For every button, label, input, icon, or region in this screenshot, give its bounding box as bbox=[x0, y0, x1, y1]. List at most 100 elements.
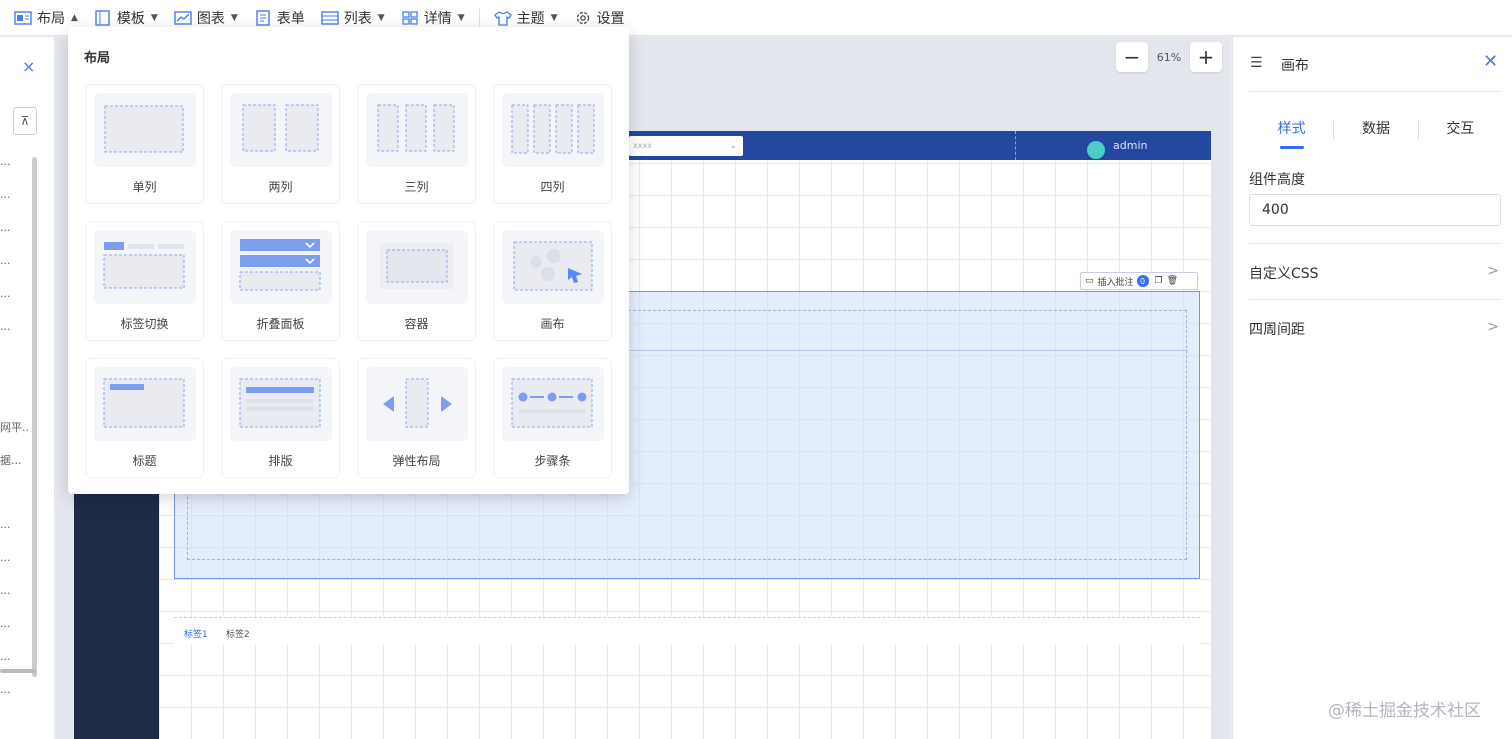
title-icon bbox=[94, 367, 196, 441]
layout-item-canvas[interactable]: 画布 bbox=[493, 221, 612, 341]
comment-count-badge: 0 bbox=[1136, 275, 1149, 287]
layout-item-steps[interactable]: 步骤条 bbox=[493, 358, 612, 478]
caret-down-icon: ▼ bbox=[377, 12, 385, 23]
settings-sliders-icon: ☰ bbox=[1250, 55, 1263, 71]
spacing-row[interactable]: 四周间距 > bbox=[1249, 319, 1501, 341]
layout-label: 画布 bbox=[540, 317, 565, 331]
layout-item-three-column[interactable]: 三列 bbox=[357, 84, 476, 204]
tab-data[interactable]: 数据 bbox=[1334, 111, 1417, 149]
zoom-control: − 61% + bbox=[1116, 42, 1222, 72]
left-list-item[interactable]: ... bbox=[0, 254, 30, 287]
layout-label: 三列 bbox=[404, 180, 429, 194]
left-list-item[interactable]: ... bbox=[0, 155, 30, 188]
layout-grid: 单列 两列 三列 四列 标签切换 折叠面板 容器 画布 标题 排版 弹性布局 步… bbox=[85, 84, 612, 478]
layout-item-single-column[interactable]: 单列 bbox=[85, 84, 204, 204]
insert-comment-button[interactable]: 插入批注 bbox=[1098, 275, 1134, 288]
properties-panel: ☰ 画布 ✕ 样式 数据 交互 组件高度 自定义CSS > 四周间距 > bbox=[1232, 37, 1512, 739]
form-icon bbox=[254, 9, 272, 26]
dropdown-title: 布局 bbox=[84, 51, 111, 66]
zoom-out-button[interactable]: − bbox=[1116, 42, 1148, 72]
layout-label: 容器 bbox=[404, 317, 429, 331]
height-input[interactable] bbox=[1249, 194, 1501, 226]
layout-item-tab-switch[interactable]: 标签切换 bbox=[85, 221, 204, 341]
tab-1[interactable]: 标签1 bbox=[184, 627, 208, 640]
layout-item-collapse-panel[interactable]: 折叠面板 bbox=[221, 221, 340, 341]
toolbar-label: 模板 bbox=[116, 10, 145, 27]
copy-icon[interactable]: ❐ bbox=[1155, 276, 1163, 286]
left-list-item[interactable]: 网平... bbox=[0, 419, 30, 452]
list-icon bbox=[321, 10, 339, 26]
chart-icon bbox=[174, 10, 192, 26]
layout-label: 标题 bbox=[132, 454, 157, 468]
vertical-scrollbar[interactable] bbox=[32, 157, 37, 677]
layout-item-two-column[interactable]: 两列 bbox=[221, 84, 340, 204]
collapse-panel-icon bbox=[230, 230, 332, 304]
divider bbox=[1249, 243, 1501, 244]
left-list: .................. 网平... 据................… bbox=[0, 155, 30, 716]
comment-icon[interactable]: ▭ bbox=[1085, 276, 1094, 286]
layout-item-container[interactable]: 容器 bbox=[357, 221, 476, 341]
steps-icon bbox=[502, 367, 604, 441]
custom-css-row[interactable]: 自定义CSS > bbox=[1249, 263, 1501, 285]
canvas-icon bbox=[502, 230, 604, 304]
header-select-placeholder: xxxx bbox=[633, 141, 652, 150]
layout-item-title[interactable]: 标题 bbox=[85, 358, 204, 478]
template-icon bbox=[94, 9, 112, 26]
three-column-icon bbox=[366, 93, 468, 167]
layout-label: 标签切换 bbox=[120, 317, 169, 331]
caret-down-icon: ▼ bbox=[150, 12, 158, 23]
left-list-item[interactable] bbox=[0, 386, 30, 419]
tab-switch-icon bbox=[94, 230, 196, 304]
custom-css-label: 自定义CSS bbox=[1249, 266, 1319, 282]
two-column-icon bbox=[230, 93, 332, 167]
left-list-item[interactable]: ... bbox=[0, 221, 30, 254]
left-list-item[interactable]: 据... bbox=[0, 452, 30, 485]
left-list-item[interactable]: ... bbox=[0, 320, 30, 353]
delete-icon[interactable]: 🗑 bbox=[1167, 276, 1178, 286]
property-tabs: 样式 数据 交互 bbox=[1250, 111, 1502, 149]
four-column-icon bbox=[502, 93, 604, 167]
typography-icon bbox=[230, 367, 332, 441]
tab-2[interactable]: 标签2 bbox=[226, 627, 250, 640]
layout-label: 折叠面板 bbox=[256, 317, 305, 331]
layout-item-four-column[interactable]: 四列 bbox=[493, 84, 612, 204]
close-icon[interactable]: × bbox=[22, 57, 35, 76]
component-toolbar: ▭ 插入批注 0 ❐ 🗑 bbox=[1080, 272, 1198, 290]
caret-down-icon: ▼ bbox=[550, 12, 558, 23]
horizontal-scrollbar[interactable] bbox=[0, 669, 36, 673]
tab-style[interactable]: 样式 bbox=[1250, 111, 1333, 149]
left-list-item[interactable]: ... bbox=[0, 188, 30, 221]
toolbar-divider bbox=[478, 7, 480, 28]
layout-item-typography[interactable]: 排版 bbox=[221, 358, 340, 478]
left-list-item[interactable]: ... bbox=[0, 617, 30, 650]
panel-title: 画布 bbox=[1281, 58, 1309, 74]
collapse-icon[interactable]: ⊼ bbox=[13, 107, 37, 135]
panel-header: ☰ 画布 ✕ bbox=[1233, 37, 1512, 91]
left-list-item[interactable]: ... bbox=[0, 650, 30, 683]
chevron-right-icon: > bbox=[1487, 319, 1499, 335]
left-list-item[interactable]: ... bbox=[0, 518, 30, 551]
left-list-item[interactable]: ... bbox=[0, 287, 30, 320]
left-panel: × ⊼ .................. 网平... 据............… bbox=[0, 37, 55, 739]
layout-label: 四列 bbox=[540, 180, 565, 194]
layout-item-flex-layout[interactable]: 弹性布局 bbox=[357, 358, 476, 478]
left-list-item[interactable] bbox=[0, 485, 30, 518]
left-list-item[interactable] bbox=[0, 353, 30, 386]
caret-down-icon: ▼ bbox=[457, 12, 465, 23]
avatar[interactable] bbox=[1087, 141, 1105, 159]
zoom-in-button[interactable]: + bbox=[1190, 42, 1222, 72]
left-list-item[interactable]: ... bbox=[0, 584, 30, 617]
layout-label: 排版 bbox=[268, 454, 293, 468]
close-icon[interactable]: ✕ bbox=[1483, 51, 1498, 72]
tab-interaction[interactable]: 交互 bbox=[1419, 111, 1502, 149]
chevron-down-icon: ⌄ bbox=[729, 141, 737, 151]
gear-icon bbox=[574, 10, 592, 26]
left-list-item[interactable]: ... bbox=[0, 551, 30, 584]
left-list-item[interactable]: ... bbox=[0, 683, 30, 716]
layout-label: 弹性布局 bbox=[392, 454, 441, 468]
caret-up-icon: ▲ bbox=[71, 12, 78, 23]
tab-strip: 标签1 标签2 bbox=[174, 617, 1200, 645]
height-label: 组件高度 bbox=[1249, 172, 1305, 188]
header-select[interactable]: xxxx ⌄ bbox=[629, 136, 743, 156]
layout-label: 单列 bbox=[132, 180, 157, 194]
